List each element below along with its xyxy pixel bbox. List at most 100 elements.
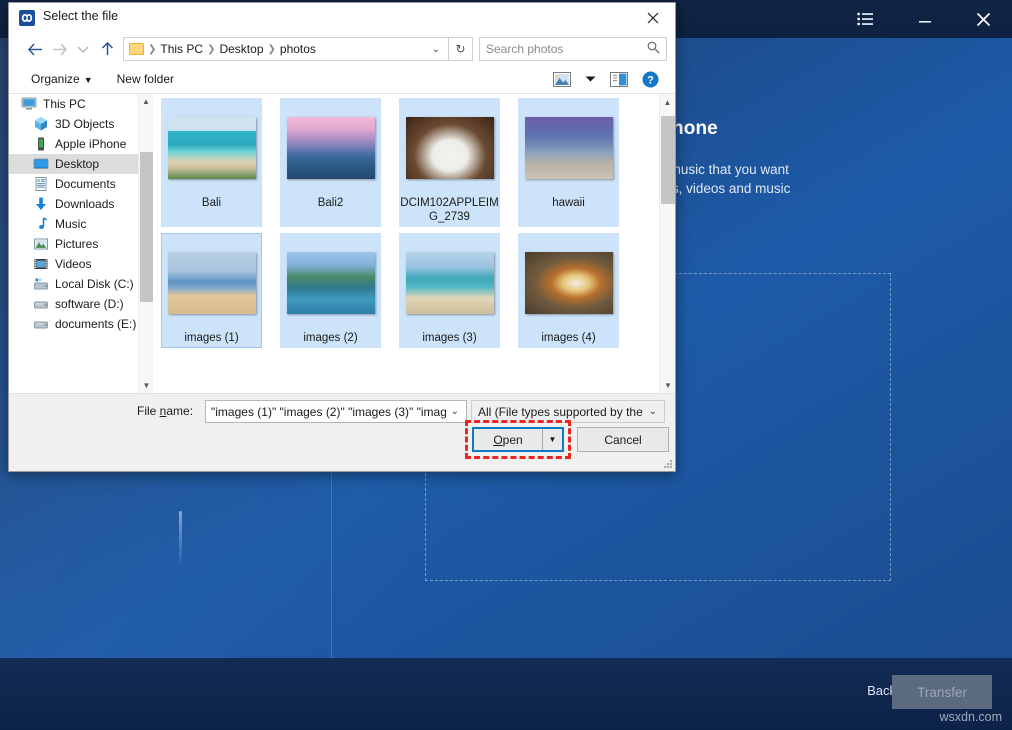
dialog-body: This PC 3D Objects bbox=[9, 93, 675, 393]
navigation-tree: This PC 3D Objects bbox=[9, 94, 153, 393]
recent-locations-icon[interactable] bbox=[71, 37, 95, 61]
search-input[interactable]: Search photos bbox=[479, 37, 667, 61]
transfer-button[interactable]: Transfer bbox=[892, 675, 992, 709]
file-type-filter-dropdown[interactable]: All (File types supported by the ⌄ bbox=[471, 400, 665, 423]
tree-scrollbar[interactable]: ▲ ▼ bbox=[138, 94, 153, 393]
file-item-bali[interactable]: Bali bbox=[161, 98, 262, 227]
sidebar-item-label: documents (E:) bbox=[55, 317, 136, 331]
scroll-down-icon[interactable]: ▼ bbox=[139, 378, 153, 393]
chevron-down-icon[interactable]: ⌄ bbox=[446, 406, 464, 417]
music-icon bbox=[33, 216, 49, 232]
chevron-down-icon: ▼ bbox=[84, 75, 93, 85]
thumbnail bbox=[161, 102, 262, 194]
thumbnail bbox=[161, 237, 262, 329]
computer-icon bbox=[21, 96, 37, 112]
scroll-up-icon[interactable]: ▲ bbox=[660, 94, 675, 110]
sidebar-item-pictures[interactable]: Pictures bbox=[9, 234, 153, 254]
drive-icon bbox=[33, 316, 49, 332]
file-item-images-4[interactable]: images (4) bbox=[518, 233, 619, 348]
open-button[interactable]: Open bbox=[474, 429, 542, 450]
file-item-images-2[interactable]: images (2) bbox=[280, 233, 381, 348]
navigation-bar: ❯ This PC ❯ Desktop ❯ photos ⌄ ↻ Search … bbox=[9, 33, 675, 65]
chevron-down-icon[interactable]: ⌄ bbox=[644, 406, 662, 417]
sidebar-item-local-disk-c[interactable]: Local Disk (C:) bbox=[9, 274, 153, 294]
background-app-footer bbox=[0, 658, 1012, 730]
view-chevron-down-icon[interactable] bbox=[585, 75, 596, 83]
sidebar-item-music[interactable]: Music bbox=[9, 214, 153, 234]
local-disk-icon bbox=[33, 276, 49, 292]
new-folder-button[interactable]: New folder bbox=[117, 72, 174, 86]
resize-grip[interactable] bbox=[662, 458, 672, 468]
preview-pane-icon[interactable] bbox=[610, 72, 628, 87]
sidebar-item-desktop[interactable]: Desktop bbox=[9, 154, 153, 174]
3d-objects-icon bbox=[33, 116, 49, 132]
thumbnail-image bbox=[287, 117, 375, 179]
thumbnail-image bbox=[525, 117, 613, 179]
svg-text:?: ? bbox=[647, 74, 654, 86]
sidebar-item-label: Music bbox=[55, 217, 86, 231]
file-label: hawaii bbox=[519, 196, 619, 210]
sidebar-item-this-pc[interactable]: This PC bbox=[9, 94, 153, 114]
file-label: images (1) bbox=[162, 331, 262, 345]
file-label: DCIM102APPLEIMG_2739 bbox=[400, 196, 500, 224]
breadcrumb-desktop[interactable]: Desktop bbox=[216, 42, 266, 56]
thumbnail-image bbox=[168, 252, 256, 314]
sidebar-item-documents-e[interactable]: documents (E:) bbox=[9, 314, 153, 334]
chevron-down-icon[interactable]: ⌄ bbox=[426, 44, 446, 55]
organize-menu[interactable]: Organize▼ bbox=[31, 72, 93, 86]
sidebar-item-label: Videos bbox=[55, 257, 91, 271]
sidebar-item-label: Documents bbox=[55, 177, 116, 191]
pictures-icon bbox=[33, 236, 49, 252]
select-file-dialog: Select the file bbox=[8, 2, 676, 472]
help-icon[interactable]: ? bbox=[642, 71, 659, 88]
scrollbar-thumb[interactable] bbox=[661, 116, 675, 204]
file-list-view[interactable]: Bali Bali2 DCIM102APPLEIMG_2739 bbox=[153, 94, 675, 393]
list-menu-icon[interactable] bbox=[844, 0, 886, 38]
breadcrumb-this-pc[interactable]: This PC bbox=[157, 42, 206, 56]
minimize-icon[interactable] bbox=[904, 0, 946, 38]
refresh-icon[interactable]: ↻ bbox=[449, 37, 473, 61]
up-level-icon[interactable] bbox=[95, 37, 119, 61]
thumbnail bbox=[518, 102, 619, 194]
sidebar-item-videos[interactable]: Videos bbox=[9, 254, 153, 274]
scrollbar-thumb[interactable] bbox=[140, 152, 153, 302]
scroll-indicator bbox=[179, 511, 182, 563]
file-label: images (4) bbox=[519, 331, 619, 345]
sidebar-item-apple-iphone[interactable]: Apple iPhone bbox=[9, 134, 153, 154]
thumbnail-image bbox=[525, 252, 613, 314]
sidebar-item-downloads[interactable]: Downloads bbox=[9, 194, 153, 214]
forward-nav-icon[interactable] bbox=[47, 37, 71, 61]
file-label: images (3) bbox=[400, 331, 500, 345]
file-list-scrollbar[interactable]: ▲ ▼ bbox=[659, 94, 675, 393]
thumbnail-image bbox=[406, 117, 494, 179]
videos-icon bbox=[33, 256, 49, 272]
address-bar[interactable]: ❯ This PC ❯ Desktop ❯ photos ⌄ bbox=[123, 37, 449, 61]
cancel-button[interactable]: Cancel bbox=[577, 427, 669, 452]
sidebar-item-label: Apple iPhone bbox=[55, 137, 126, 151]
file-item-images-3[interactable]: images (3) bbox=[399, 233, 500, 348]
file-grid: Bali Bali2 DCIM102APPLEIMG_2739 bbox=[161, 98, 658, 354]
drive-icon bbox=[33, 296, 49, 312]
open-button-group[interactable]: Open ▼ bbox=[472, 427, 564, 452]
documents-icon bbox=[33, 176, 49, 192]
open-split-caret-icon[interactable]: ▼ bbox=[542, 429, 562, 450]
sidebar-item-documents[interactable]: Documents bbox=[9, 174, 153, 194]
filename-input[interactable]: "images (1)" "images (2)" "images (3)" "… bbox=[205, 400, 467, 423]
dialog-footer: File name: "images (1)" "images (2)" "im… bbox=[9, 393, 675, 471]
file-item-dcim102appleimg2739[interactable]: DCIM102APPLEIMG_2739 bbox=[399, 98, 500, 227]
file-item-images-1[interactable]: images (1) bbox=[161, 233, 262, 348]
breadcrumb-photos[interactable]: photos bbox=[277, 42, 319, 56]
back-nav-icon[interactable] bbox=[23, 37, 47, 61]
file-label: Bali2 bbox=[281, 196, 381, 210]
scroll-up-icon[interactable]: ▲ bbox=[139, 94, 153, 109]
scroll-down-icon[interactable]: ▼ bbox=[660, 377, 675, 393]
file-item-hawaii[interactable]: hawaii bbox=[518, 98, 619, 227]
sidebar-item-label: software (D:) bbox=[55, 297, 124, 311]
file-item-bali2[interactable]: Bali2 bbox=[280, 98, 381, 227]
sidebar-item-software-d[interactable]: software (D:) bbox=[9, 294, 153, 314]
dialog-close-icon[interactable] bbox=[630, 3, 675, 33]
close-icon[interactable] bbox=[962, 0, 1004, 38]
sidebar-item-label: This PC bbox=[43, 97, 86, 111]
sidebar-item-3d-objects[interactable]: 3D Objects bbox=[9, 114, 153, 134]
view-layout-icon[interactable] bbox=[553, 72, 571, 87]
